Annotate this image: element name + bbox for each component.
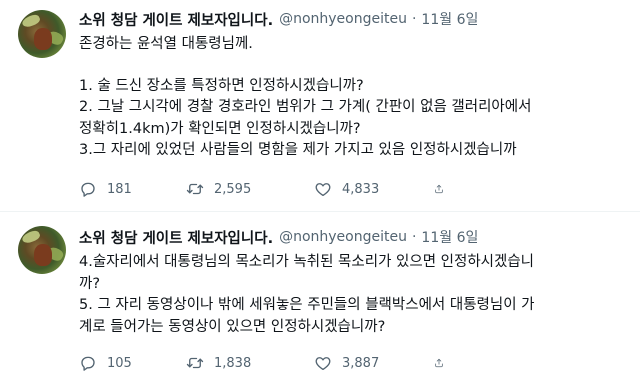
reply-icon <box>81 356 95 371</box>
retweet-count: 2,595 <box>214 181 252 197</box>
reply-icon <box>81 182 95 197</box>
avatar[interactable] <box>18 10 66 58</box>
tweet-actions: 105 1,838 3,887 <box>79 352 626 374</box>
tweet-line: 1. 술 드신 장소를 특정하면 인정하시겠습니까? <box>79 77 364 94</box>
reply-count: 181 <box>107 181 132 197</box>
separator-dot: · <box>411 11 417 27</box>
tweet-text: 4.술자리에서 대통령님의 목소리가 녹취된 목소리가 있으면 인정하시겠습니 … <box>79 252 626 338</box>
like-button[interactable]: 4,833 <box>314 180 434 198</box>
retweet-button[interactable]: 1,838 <box>186 354 314 372</box>
user-handle[interactable]: @nonhyeongeiteu <box>279 11 407 27</box>
retweet-button[interactable]: 2,595 <box>186 180 314 198</box>
share-icon <box>435 358 443 368</box>
tweet-line: 5. 그 자리 동영상이나 밖에 세워놓은 주민들의 블랙박스에서 대통령님이 … <box>79 297 535 313</box>
like-count: 3,887 <box>342 355 380 371</box>
tweet-line: 4.술자리에서 대통령님의 목소리가 녹취된 목소리가 있으면 인정하시겠습니 <box>79 254 535 270</box>
tweet-text: 존경하는 윤석열 대통령님께. 1. 술 드신 장소를 특정하면 인정하시겠습니… <box>79 34 626 162</box>
display-name[interactable]: 소위 청담 게이트 제보자입니다. <box>79 9 273 30</box>
like-icon <box>315 183 331 197</box>
retweet-icon <box>186 357 204 369</box>
tweet-line: 정확히1.4km)가 확인되면 인정하시겠습니까? <box>79 120 361 137</box>
share-icon <box>435 184 443 194</box>
like-count: 4,833 <box>342 181 380 197</box>
tweet-actions: 181 2,595 4,833 <box>79 178 626 200</box>
tweet-1[interactable]: 소위 청담 게이트 제보자입니다. @nonhyeongeiteu · 11월 … <box>0 0 640 211</box>
retweet-icon <box>186 183 204 195</box>
separator-dot: · <box>411 229 417 245</box>
reply-count: 105 <box>107 355 132 371</box>
share-button[interactable] <box>434 354 454 372</box>
tweet-header: 소위 청담 게이트 제보자입니다. @nonhyeongeiteu · 11월 … <box>79 8 630 30</box>
tweet-date[interactable]: 11월 6일 <box>421 227 478 247</box>
tweet-line: 계로 들어가는 동영상이 있으면 인정하시겠습니까? <box>79 318 386 335</box>
reply-button[interactable]: 181 <box>79 180 186 198</box>
tweet-line: 2. 그날 그시각에 경찰 경호라인 범위가 그 가계( 간판이 없음 갤러리아… <box>79 99 532 115</box>
tweet-feed: 소위 청담 게이트 제보자입니다. @nonhyeongeiteu · 11월 … <box>0 0 640 391</box>
tweet-header: 소위 청담 게이트 제보자입니다. @nonhyeongeiteu · 11월 … <box>79 226 630 248</box>
tweet-line: 존경하는 윤석열 대통령님께. <box>79 36 253 52</box>
share-button[interactable] <box>434 180 454 198</box>
tweet-date[interactable]: 11월 6일 <box>421 9 478 29</box>
tweet-line: 까? <box>79 275 101 292</box>
tweet-line: 3.그 자리에 있었던 사람들의 명함을 제가 가지고 있음 인정하시겠습니까 <box>79 142 517 158</box>
like-icon <box>315 357 331 371</box>
reply-button[interactable]: 105 <box>79 354 186 372</box>
like-button[interactable]: 3,887 <box>314 354 434 372</box>
tweet-2[interactable]: 소위 청담 게이트 제보자입니다. @nonhyeongeiteu · 11월 … <box>0 212 640 391</box>
user-handle[interactable]: @nonhyeongeiteu <box>279 229 407 245</box>
display-name[interactable]: 소위 청담 게이트 제보자입니다. <box>79 227 273 248</box>
retweet-count: 1,838 <box>214 355 252 371</box>
avatar[interactable] <box>18 226 66 274</box>
